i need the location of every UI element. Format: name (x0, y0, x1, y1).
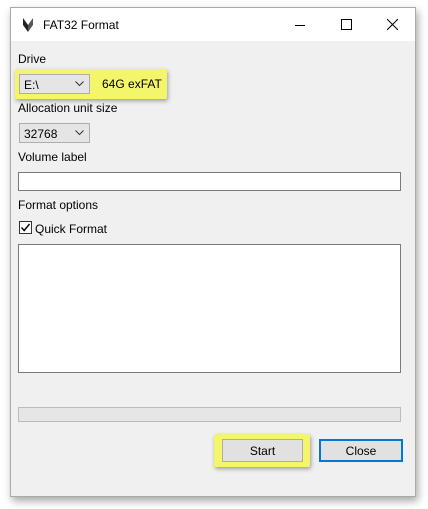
drive-label: Drive (18, 52, 47, 66)
drive-select[interactable]: E:\ (19, 74, 90, 94)
allocation-select[interactable]: 32768 (19, 123, 90, 143)
volume-label-caption: Volume label (18, 150, 87, 164)
maximize-icon (340, 19, 352, 30)
progress-bar (18, 407, 401, 422)
app-icon (23, 18, 33, 32)
close-icon (386, 19, 398, 30)
chevron-down-icon (75, 130, 84, 136)
start-button-label: Start (249, 443, 276, 458)
quick-format-checkbox[interactable] (19, 221, 32, 234)
maximize-button[interactable] (323, 8, 369, 41)
window-title: FAT32 Format (43, 18, 119, 32)
volume-label-input[interactable] (18, 172, 401, 191)
drive-info: 64G exFAT (102, 77, 162, 91)
start-button[interactable]: Start (222, 439, 303, 462)
log-output[interactable] (18, 244, 401, 373)
allocation-label: Allocation unit size (18, 101, 118, 115)
quick-format-label[interactable]: Quick Format (35, 222, 107, 236)
chevron-down-icon (75, 81, 84, 87)
drive-select-value: E:\ (24, 78, 39, 92)
allocation-select-value: 32768 (24, 127, 58, 141)
close-button[interactable]: Close (319, 439, 403, 462)
close-window-button[interactable] (369, 8, 415, 41)
format-options-label: Format options (18, 198, 99, 212)
format-dialog: FAT32 Format Drive E:\ 64G exFAT Allocat… (10, 7, 416, 497)
checkmark-icon (20, 223, 31, 232)
minimize-button[interactable] (277, 8, 323, 41)
minimize-icon (295, 24, 305, 26)
title-bar[interactable]: FAT32 Format (11, 8, 415, 41)
close-button-label: Close (345, 443, 377, 458)
